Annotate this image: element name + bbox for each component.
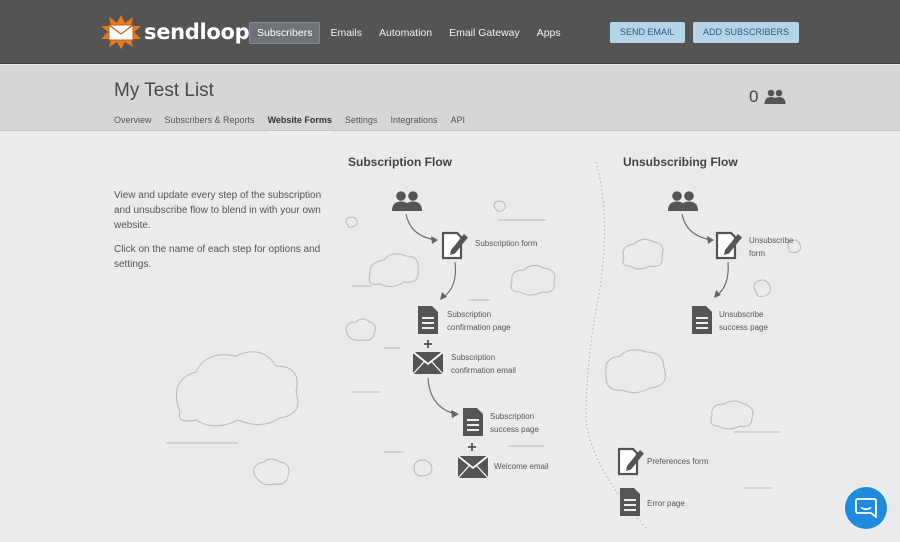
chat-icon — [855, 498, 877, 518]
unsubscribing-flow-title: Unsubscribing Flow — [623, 155, 738, 169]
tab-settings[interactable]: Settings — [345, 115, 378, 134]
nav-subscribers[interactable]: Subscribers — [249, 22, 321, 44]
document-icon[interactable] — [618, 486, 642, 518]
page-title: My Test List — [114, 80, 214, 101]
top-bar: sendloop Subscribers Emails Automation E… — [0, 0, 900, 64]
document-icon[interactable] — [461, 406, 485, 438]
tab-overview[interactable]: Overview — [114, 115, 152, 134]
step-subscription-success-page[interactable]: Subscription success page — [490, 411, 539, 436]
intro-text: View and update every step of the subscr… — [114, 190, 322, 231]
step-subscription-confirmation-email[interactable]: Subscription confirmation email — [451, 352, 516, 377]
list-tabs: Overview Subscribers & Reports Website F… — [114, 115, 478, 134]
tab-subscribers-reports[interactable]: Subscribers & Reports — [165, 115, 255, 134]
brand-logo[interactable]: sendloop — [100, 14, 250, 50]
step-subscription-form[interactable]: Subscription form — [475, 238, 537, 251]
subscription-flow-title: Subscription Flow — [348, 155, 452, 169]
subscriber-count: 0 — [749, 87, 787, 107]
tab-website-forms[interactable]: Website Forms — [267, 115, 332, 134]
document-icon[interactable] — [416, 304, 440, 336]
edit-form-icon[interactable] — [714, 228, 744, 260]
subscribers-people-icon — [392, 191, 422, 211]
add-subscribers-button[interactable]: ADD SUBSCRIBERS — [693, 22, 800, 43]
send-email-button[interactable]: SEND EMAIL — [610, 22, 685, 43]
unsubscribers-people-icon — [668, 191, 698, 211]
step-welcome-email[interactable]: Welcome email — [494, 461, 549, 474]
edit-form-icon[interactable] — [616, 444, 646, 476]
envelope-icon[interactable] — [412, 351, 444, 375]
main-nav: Subscribers Emails Automation Email Gate… — [249, 22, 571, 44]
step-unsubscribe-form[interactable]: Unsubscribe form — [749, 235, 793, 260]
tab-api[interactable]: API — [450, 115, 465, 134]
step-error-page[interactable]: Error page — [647, 498, 685, 511]
step-subscription-confirmation-page[interactable]: Subscription confirmation page — [447, 309, 511, 334]
sendloop-logo-icon — [100, 14, 142, 50]
chat-button[interactable] — [845, 487, 887, 529]
brand-name: sendloop — [144, 20, 250, 44]
nav-apps[interactable]: Apps — [530, 22, 568, 44]
step-preferences-form[interactable]: Preferences form — [647, 456, 708, 469]
list-header: My Test List Overview Subscribers & Repo… — [0, 65, 900, 134]
nav-automation[interactable]: Automation — [372, 22, 439, 44]
intro-hint: Click on the name of each step for optio… — [114, 244, 321, 270]
nav-email-gateway[interactable]: Email Gateway — [442, 22, 527, 44]
subscriber-count-value: 0 — [749, 87, 759, 106]
edit-form-icon[interactable] — [440, 228, 470, 260]
tab-integrations[interactable]: Integrations — [390, 115, 437, 134]
nav-emails[interactable]: Emails — [323, 22, 369, 44]
step-unsubscribe-success-page[interactable]: Unsubscribe success page — [719, 309, 768, 334]
document-icon[interactable] — [690, 304, 714, 336]
people-icon — [764, 89, 786, 104]
envelope-icon[interactable] — [457, 455, 489, 479]
